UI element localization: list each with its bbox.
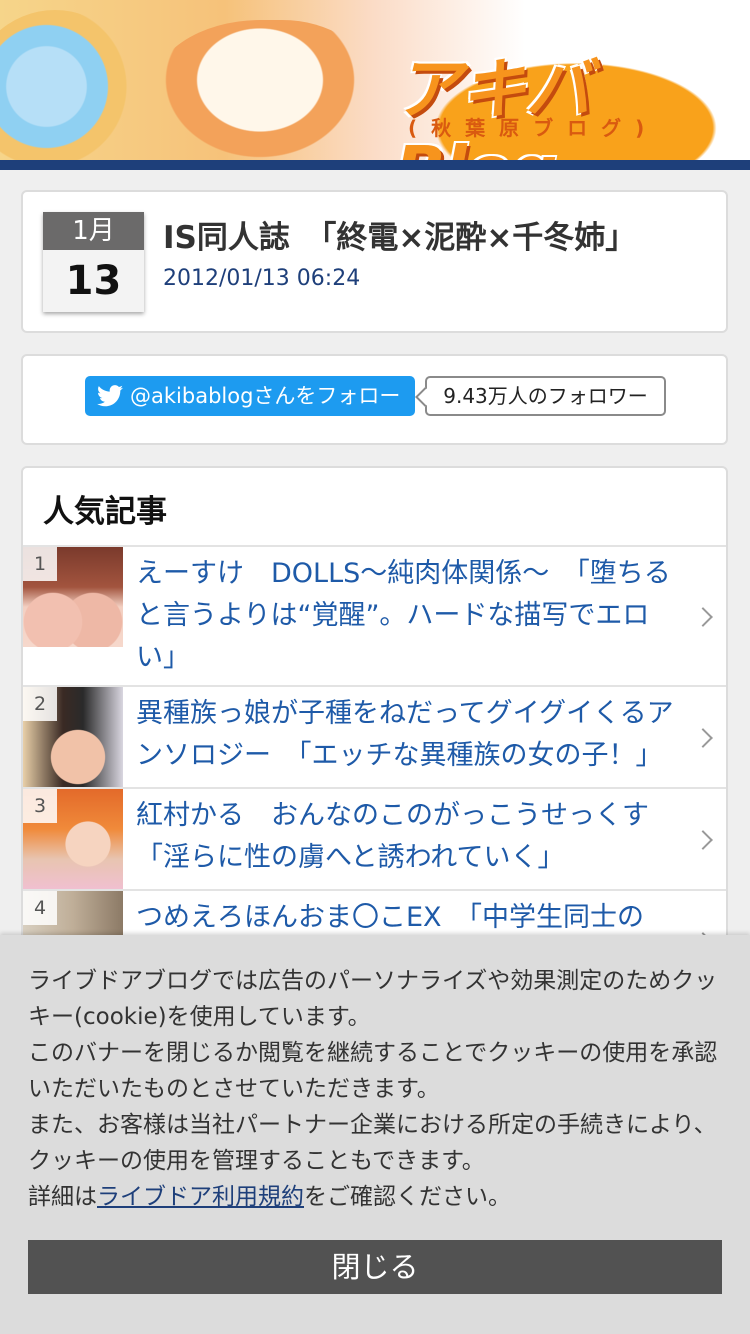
date-day: 13 [65,258,122,304]
close-button[interactable]: 閉じる [28,1240,722,1294]
article-title[interactable]: IS同人誌 「終電×泥酔×千冬姉」 [163,212,636,257]
popular-item[interactable]: 1 えーすけ DOLLS～純肉体関係～ 「堕ちると言うよりは“覚醒”。ハードな描… [23,545,726,685]
popular-list: 1 えーすけ DOLLS～純肉体関係～ 「堕ちると言うよりは“覚醒”。ハードな描… [23,545,726,984]
popular-heading: 人気記事 [43,494,167,530]
cookie-line-2: このバナーを閉じるか閲覧を継続することでクッキーの使用を承認いただいたものとさせ… [28,1040,718,1102]
header-stripe [0,160,750,170]
popular-item-title: 異種族っ娘が子種をねだってグイグイくるアンソロジー 「エッチな異種族の女の子！」 [136,698,674,771]
popular-item[interactable]: 3 紅村かる おんなのこのがっこうせっくす「淫らに性の虜へと誘われていく」 [23,787,726,889]
popular-item-title: 紅村かる おんなのこのがっこうせっくす「淫らに性の虜へと誘われていく」 [136,800,649,873]
popular-articles-card: 人気記事 1 えーすけ DOLLS～純肉体関係～ 「堕ちると言うよりは“覚醒”。… [21,466,728,986]
site-logo[interactable]: アキバBlog [395,36,750,160]
date-month: 1月 [43,212,144,250]
date-badge: 1月 13 [43,212,144,312]
article-datetime: 2012/01/13 06:24 [163,266,361,291]
mascot-illustration-2 [150,20,370,160]
popular-rank: 1 [23,547,57,581]
chevron-right-icon [693,830,713,850]
twitter-follower-count[interactable]: 9.43万人のフォロワー [425,376,666,416]
cookie-line-3: また、お客様は当社パートナー企業における所定の手続きにより、クッキーの使用を管理… [28,1112,717,1174]
cookie-message: ライブドアブログでは広告のパーソナライズや効果測定のためクッキー(cookie)… [28,963,728,1215]
cookie-detail: 詳細はライブドア利用規約をご確認ください。 [28,1184,511,1210]
popular-rank: 2 [23,687,57,721]
chevron-right-icon [693,607,713,627]
twitter-follow-button[interactable]: @akibablogさんをフォロー [85,376,415,416]
site-logo-subtitle: (秋葉原ブログ) [408,116,659,140]
mascot-illustration [0,10,140,160]
twitter-follow-card: @akibablogさんをフォロー 9.43万人のフォロワー [21,354,728,445]
twitter-bird-icon [97,385,123,407]
popular-rank: 3 [23,789,57,823]
cookie-line-1: ライブドアブログでは広告のパーソナライズや効果測定のためクッキー(cookie)… [28,968,718,1030]
terms-link[interactable]: ライブドア利用規約 [97,1184,304,1210]
popular-item-title: えーすけ DOLLS～純肉体関係～ 「堕ちると言うよりは“覚醒”。ハードな描写で… [136,558,671,673]
chevron-right-icon [693,728,713,748]
popular-rank: 4 [23,891,57,925]
article-header-card: 1月 13 IS同人誌 「終電×泥酔×千冬姉」 2012/01/13 06:24 [21,190,728,333]
cookie-consent-banner: ライブドアブログでは広告のパーソナライズや効果測定のためクッキー(cookie)… [0,935,750,1334]
twitter-follow-label: @akibablogさんをフォロー [130,384,401,408]
popular-item[interactable]: 2 異種族っ娘が子種をねだってグイグイくるアンソロジー 「エッチな異種族の女の子… [23,685,726,787]
site-banner[interactable]: アキバBlog (秋葉原ブログ) [0,0,750,160]
